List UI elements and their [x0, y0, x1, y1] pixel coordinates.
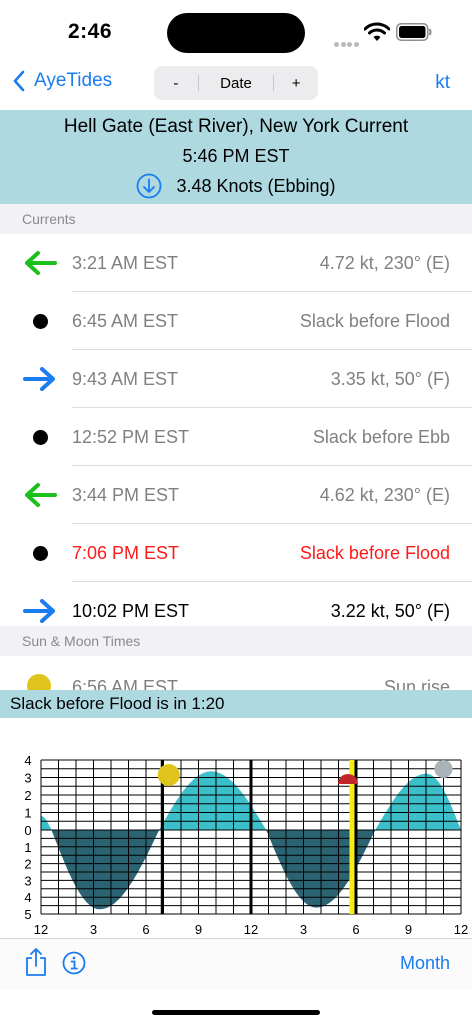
y-tick-label: 2 [24, 857, 31, 872]
slack-dot-icon [22, 524, 58, 582]
sun-rise-label: Sun rise [383, 677, 450, 690]
station-speed-row: 3.48 Knots (Ebbing) [0, 173, 472, 199]
event-detail: 3.35 kt, 50° (F) [330, 369, 450, 389]
sun-rise-time: 6:56 AM EST [72, 677, 179, 690]
event-detail: Slack before Flood [299, 311, 450, 331]
current-event-row[interactable]: 3:21 AM EST 4.72 kt, 230° (E) [0, 234, 472, 292]
current-chart[interactable]: 432101234512 3 6 9 12 3 6 9 12 [0, 752, 472, 942]
date-stepper: - Date + [154, 66, 318, 100]
event-detail: Slack before Flood [299, 543, 450, 563]
current-event-row[interactable]: 6:45 AM EST Slack before Flood [0, 292, 472, 350]
y-tick-label: 3 [24, 873, 31, 888]
event-detail: Slack before Ebb [312, 427, 450, 447]
share-icon[interactable] [24, 947, 48, 977]
currents-section-header: Currents [0, 204, 472, 234]
y-tick-label: 4 [24, 890, 31, 905]
arrow-down-circle-icon [137, 173, 162, 199]
sun-icon [27, 674, 51, 690]
x-tick-label: 3 [90, 922, 97, 937]
arrow-left-icon [22, 234, 58, 292]
y-tick-label: 1 [24, 806, 31, 821]
event-time: 3:21 AM EST [72, 253, 179, 273]
x-tick-label: 6 [352, 922, 359, 937]
current-event-row[interactable]: 7:06 PM EST Slack before Flood [0, 524, 472, 582]
event-time: 12:52 PM EST [72, 427, 190, 447]
station-time: 5:46 PM EST [182, 146, 290, 166]
navigation-bar: AyeTides - Date + kt [0, 62, 472, 106]
back-button[interactable]: AyeTides [12, 70, 112, 92]
date-picker-button[interactable]: Date [199, 75, 273, 92]
station-speed: 3.48 Knots (Ebbing) [176, 175, 336, 196]
battery-icon [396, 23, 432, 41]
current-event-row[interactable]: 12:52 PM EST Slack before Ebb [0, 408, 472, 466]
info-icon[interactable] [62, 951, 86, 975]
chevron-left-icon [13, 70, 25, 92]
event-time: 3:44 PM EST [72, 485, 180, 505]
previous-date-button[interactable]: - [154, 75, 198, 92]
event-detail: 4.72 kt, 230° (E) [319, 253, 450, 273]
dynamic-island [167, 13, 305, 53]
station-name: Hell Gate (East River), New York Current [63, 116, 409, 137]
back-button-label: AyeTides [34, 70, 113, 91]
y-tick-label: 3 [24, 771, 31, 786]
next-slack-banner: Slack before Flood is in 1:20 [0, 690, 472, 718]
y-tick-label: 1 [24, 840, 31, 855]
event-detail: 4.62 kt, 230° (E) [319, 485, 450, 505]
x-tick-label: 9 [195, 922, 202, 937]
slack-dot-icon [22, 408, 58, 466]
unit-toggle-button[interactable]: kt [435, 72, 450, 94]
x-tick-label: 12 [244, 922, 258, 937]
bottom-toolbar: Month [0, 938, 472, 990]
home-indicator [152, 1010, 320, 1015]
current-event-row[interactable]: 3:44 PM EST 4.62 kt, 230° (E) [0, 466, 472, 524]
y-tick-label: 4 [24, 753, 31, 768]
arrow-left-icon [22, 466, 58, 524]
x-tick-label: 12 [34, 922, 48, 937]
wifi-icon [364, 22, 390, 41]
slack-dot-icon [22, 292, 58, 350]
moon-marker [434, 760, 453, 778]
arrow-right-icon [22, 350, 58, 408]
sun-moon-section-header: Sun & Moon Times [0, 626, 472, 656]
sun-rise-row[interactable]: 6:56 AM EST Sun rise [0, 656, 472, 690]
y-tick-label: 5 [24, 907, 31, 922]
next-date-button[interactable]: + [274, 75, 318, 92]
x-tick-label: 3 [300, 922, 307, 937]
y-tick-label: 0 [24, 823, 31, 838]
currents-list: 3:21 AM EST 4.72 kt, 230° (E) 6:45 AM EST S… [0, 234, 472, 640]
event-time: 6:45 AM EST [72, 311, 179, 331]
station-header: Hell Gate (East River), New York Current… [0, 110, 472, 204]
event-time: 9:43 AM EST [72, 369, 179, 389]
current-event-row[interactable]: 9:43 AM EST 3.35 kt, 50° (F) [0, 350, 472, 408]
status-time: 2:46 [68, 20, 113, 43]
cellular-signal-icon [334, 34, 360, 52]
x-tick-label: 12 [454, 922, 468, 937]
month-button[interactable]: Month [400, 953, 450, 974]
y-tick-label: 2 [24, 788, 31, 803]
sun-marker [157, 764, 180, 786]
x-tick-label: 6 [142, 922, 149, 937]
status-bar: 2:46 [0, 0, 472, 62]
event-time: 7:06 PM EST [72, 543, 180, 563]
x-tick-label: 9 [405, 922, 412, 937]
